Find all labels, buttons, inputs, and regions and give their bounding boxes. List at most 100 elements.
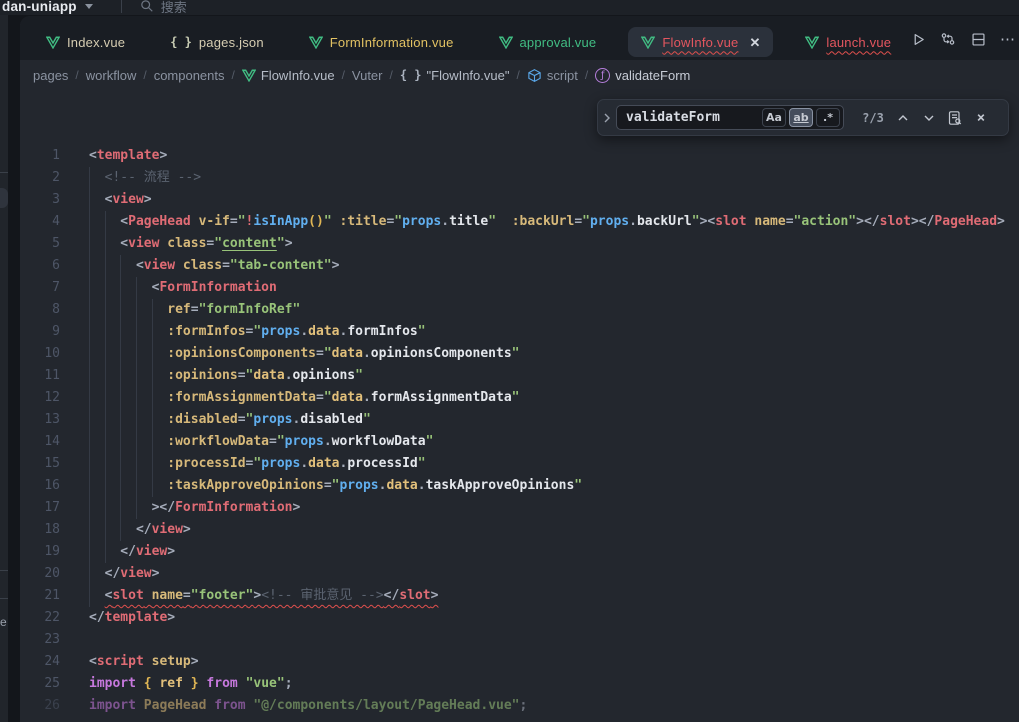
tab-approval-vue[interactable]: approval.vue bbox=[486, 27, 610, 57]
line-number[interactable]: 4 bbox=[20, 211, 60, 233]
line-number[interactable]: 26 bbox=[20, 695, 60, 717]
sidebar-divider bbox=[0, 172, 8, 173]
code-line-26[interactable]: 26import PageHead from "@/components/lay… bbox=[20, 695, 1019, 717]
previous-match-icon[interactable] bbox=[892, 107, 914, 129]
search-icon bbox=[140, 0, 154, 13]
code-line-21[interactable]: 21<slot name="footer"><!-- 审批意见 --></slo… bbox=[20, 585, 1019, 607]
line-number[interactable]: 2 bbox=[20, 167, 60, 189]
code-line-20[interactable]: 20</view> bbox=[20, 563, 1019, 585]
line-number[interactable]: 10 bbox=[20, 343, 60, 365]
title-bar: dan-uniapp 搜索 bbox=[0, 0, 1019, 15]
line-number[interactable]: 5 bbox=[20, 233, 60, 255]
breadcrumb-vuter[interactable]: Vuter bbox=[352, 68, 383, 83]
code-line-12[interactable]: 12:formAssignmentData="data.formAssignme… bbox=[20, 387, 1019, 409]
tab-forminformation-vue[interactable]: FormInformation.vue bbox=[296, 27, 467, 57]
code-line-8[interactable]: 8ref="formInfoRef" bbox=[20, 299, 1019, 321]
toggle-replace-icon[interactable] bbox=[598, 100, 616, 135]
titlebar-divider bbox=[121, 0, 122, 13]
code-line-15[interactable]: 15:processId="props.data.processId" bbox=[20, 453, 1019, 475]
find-in-selection-icon[interactable] bbox=[944, 107, 966, 129]
line-number[interactable]: 16 bbox=[20, 475, 60, 497]
line-number[interactable]: 20 bbox=[20, 563, 60, 585]
line-number[interactable]: 21 bbox=[20, 585, 60, 607]
code-line-17[interactable]: 17></FormInformation> bbox=[20, 497, 1019, 519]
code-line-23[interactable]: 23 bbox=[20, 629, 1019, 651]
code-line-25[interactable]: 25import { ref } from "vue"; bbox=[20, 673, 1019, 695]
line-number[interactable]: 7 bbox=[20, 277, 60, 299]
line-number[interactable]: 11 bbox=[20, 365, 60, 387]
code-line-19[interactable]: 19</view> bbox=[20, 541, 1019, 563]
vue-icon bbox=[309, 36, 323, 49]
tab-index-vue[interactable]: Index.vue bbox=[33, 27, 138, 57]
sidebar-item-stub[interactable] bbox=[0, 188, 8, 208]
whole-word-button[interactable]: ab bbox=[789, 108, 813, 127]
line-number[interactable]: 13 bbox=[20, 409, 60, 431]
breadcrumb-quoted-file[interactable]: { } "FlowInfo.vue" bbox=[400, 68, 510, 83]
line-number[interactable]: 3 bbox=[20, 189, 60, 211]
line-number[interactable]: 8 bbox=[20, 299, 60, 321]
line-number[interactable]: 23 bbox=[20, 629, 60, 651]
run-icon[interactable] bbox=[909, 30, 927, 48]
code-line-3[interactable]: 3<view> bbox=[20, 189, 1019, 211]
tab-launch-vue[interactable]: launch.vue bbox=[792, 27, 904, 57]
symbol-function-icon: ƒ bbox=[595, 68, 610, 83]
line-number[interactable]: 22 bbox=[20, 607, 60, 629]
breadcrumb-components[interactable]: components bbox=[154, 68, 225, 83]
code-line-24[interactable]: 24<script setup> bbox=[20, 651, 1019, 673]
line-number[interactable]: 19 bbox=[20, 541, 60, 563]
code-line-2[interactable]: 2<!-- 流程 --> bbox=[20, 167, 1019, 189]
open-changes-icon[interactable] bbox=[939, 30, 957, 48]
code-line-6[interactable]: 6<view class="tab-content"> bbox=[20, 255, 1019, 277]
line-number[interactable]: 25 bbox=[20, 673, 60, 695]
breadcrumb-pages[interactable]: pages bbox=[33, 68, 68, 83]
close-find-icon[interactable]: × bbox=[970, 107, 992, 129]
code-line-13[interactable]: 13:disabled="props.disabled" bbox=[20, 409, 1019, 431]
breadcrumb-validateform[interactable]: ƒ validateForm bbox=[595, 68, 690, 83]
line-number[interactable]: 12 bbox=[20, 387, 60, 409]
split-editor-icon[interactable] bbox=[969, 30, 987, 48]
object-braces-icon: { } bbox=[400, 68, 422, 82]
tab-pages-json[interactable]: { } pages.json bbox=[157, 27, 277, 57]
vue-icon bbox=[805, 36, 819, 49]
close-icon[interactable]: ✕ bbox=[749, 36, 760, 49]
breadcrumb-file[interactable]: FlowInfo.vue bbox=[242, 68, 335, 83]
more-actions-icon[interactable]: ⋯ bbox=[999, 30, 1017, 48]
find-input[interactable]: validateForm Aa ab .* bbox=[616, 105, 844, 130]
tab-flowinfo-vue-active[interactable]: FlowInfo.vue ✕ bbox=[628, 27, 773, 57]
code-line-7[interactable]: 7<FormInformation bbox=[20, 277, 1019, 299]
editor-group: Index.vue { } pages.json FormInformation… bbox=[20, 16, 1019, 722]
global-search-box[interactable]: 搜索 bbox=[140, 0, 187, 15]
line-number[interactable]: 24 bbox=[20, 651, 60, 673]
tab-label: pages.json bbox=[199, 35, 264, 50]
line-number[interactable]: 17 bbox=[20, 497, 60, 519]
breadcrumb-script[interactable]: script bbox=[527, 68, 578, 83]
line-number[interactable]: 14 bbox=[20, 431, 60, 453]
line-number[interactable]: 1 bbox=[20, 145, 60, 167]
line-number[interactable]: 6 bbox=[20, 255, 60, 277]
project-name[interactable]: dan-uniapp bbox=[2, 0, 77, 14]
code-line-11[interactable]: 11:opinions="data.opinions" bbox=[20, 365, 1019, 387]
code-line-22[interactable]: 22</template> bbox=[20, 607, 1019, 629]
line-number[interactable]: 18 bbox=[20, 519, 60, 541]
code-line-5[interactable]: 5<view class="content"> bbox=[20, 233, 1019, 255]
search-label: 搜索 bbox=[161, 0, 187, 15]
code-line-10[interactable]: 10:opinionsComponents="data.opinionsComp… bbox=[20, 343, 1019, 365]
find-query-text: validateForm bbox=[626, 110, 762, 125]
code-lines[interactable]: 1<template>2<!-- 流程 -->3<view>4<PageHead… bbox=[20, 145, 1019, 717]
next-match-icon[interactable] bbox=[918, 107, 940, 129]
code-line-1[interactable]: 1<template> bbox=[20, 145, 1019, 167]
chevron-down-icon[interactable] bbox=[85, 4, 93, 9]
editor-actions: ⋯ bbox=[909, 24, 1019, 54]
code-line-16[interactable]: 16:taskApproveOpinions="props.data.taskA… bbox=[20, 475, 1019, 497]
code-line-4[interactable]: 4<PageHead v-if="!isInApp()" :title="pro… bbox=[20, 211, 1019, 233]
match-case-button[interactable]: Aa bbox=[762, 108, 786, 127]
regex-button[interactable]: .* bbox=[816, 108, 840, 127]
code-editor[interactable]: validateForm Aa ab .* ?/3 × 1<template>2… bbox=[20, 90, 1019, 722]
line-number[interactable]: 15 bbox=[20, 453, 60, 475]
line-number[interactable]: 9 bbox=[20, 321, 60, 343]
find-widget: validateForm Aa ab .* ?/3 × bbox=[597, 99, 1009, 136]
breadcrumb-workflow[interactable]: workflow bbox=[86, 68, 137, 83]
code-line-9[interactable]: 9:formInfos="props.data.formInfos" bbox=[20, 321, 1019, 343]
code-line-18[interactable]: 18</view> bbox=[20, 519, 1019, 541]
code-line-14[interactable]: 14:workflowData="props.workflowData" bbox=[20, 431, 1019, 453]
